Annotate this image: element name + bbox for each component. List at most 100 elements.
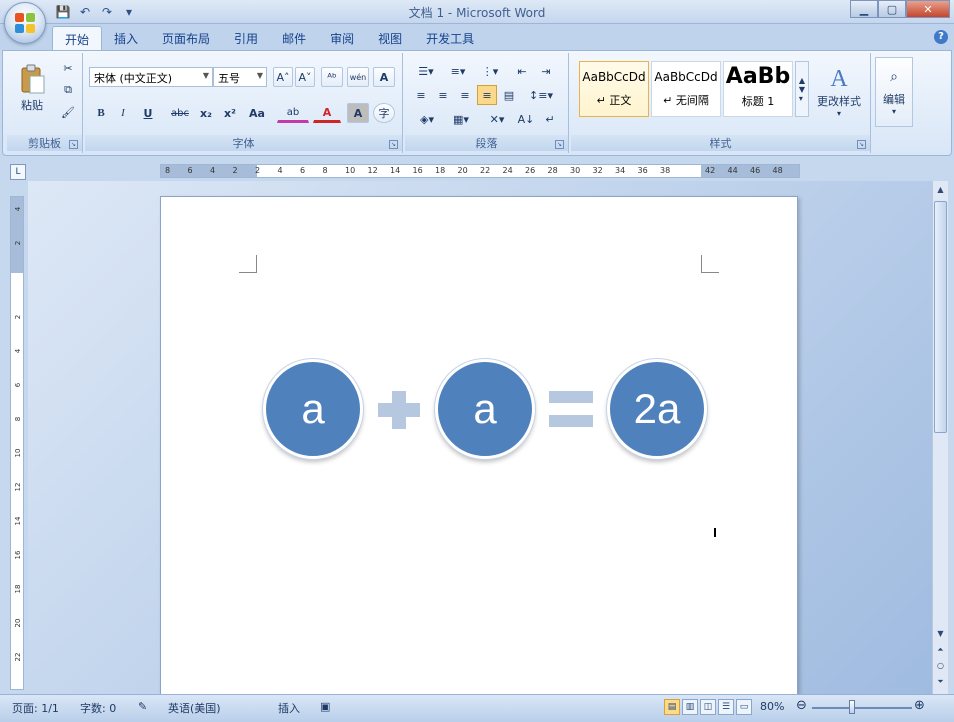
font-color-button[interactable]: A bbox=[313, 103, 341, 123]
font-group: 宋体 (中文正文) ▼ 五号 ▼ A˄ A˅ ᴬᵇ wén A B I U abc … bbox=[85, 53, 403, 153]
distributed-icon[interactable]: ▤ bbox=[499, 85, 519, 105]
zoom-level[interactable]: 80% bbox=[760, 700, 784, 713]
strikethrough-button[interactable]: abc bbox=[167, 103, 193, 123]
format-painter-icon[interactable]: 🖌 bbox=[59, 103, 77, 121]
underline-button[interactable]: U bbox=[135, 103, 161, 123]
circle-operand-right[interactable]: a bbox=[435, 359, 535, 459]
show-marks-icon[interactable]: ↵ bbox=[539, 109, 561, 129]
tab-home[interactable]: 开始 bbox=[52, 26, 103, 50]
office-button[interactable] bbox=[4, 2, 46, 44]
align-left-icon[interactable]: ≡ bbox=[411, 85, 431, 105]
borders-icon[interactable]: ▦▾ bbox=[445, 109, 477, 129]
equals-sign[interactable] bbox=[549, 391, 593, 403]
copy-icon[interactable]: ⧉ bbox=[59, 81, 77, 99]
close-button[interactable]: ✕ bbox=[906, 0, 950, 18]
cut-icon[interactable]: ✂ bbox=[59, 59, 77, 77]
style-heading-1[interactable]: AaBb 标题 1 bbox=[723, 61, 793, 117]
change-case-button[interactable]: Aa bbox=[243, 103, 271, 123]
help-icon[interactable]: ? bbox=[934, 30, 948, 44]
decrease-indent-icon[interactable]: ⇤ bbox=[511, 61, 533, 81]
style-normal[interactable]: AaBbCcDd ↵ 正文 bbox=[579, 61, 649, 117]
tab-review[interactable]: 审阅 bbox=[318, 26, 366, 50]
subscript-button[interactable]: x₂ bbox=[195, 103, 217, 123]
clear-format-button[interactable]: ᴬᵇ bbox=[321, 67, 343, 87]
previous-page-icon[interactable]: ⏶ bbox=[934, 643, 947, 657]
vertical-ruler[interactable]: 4 2 2 4 6 8 10 12 14 16 18 20 22 bbox=[10, 196, 24, 690]
numbering-icon[interactable]: ≡▾ bbox=[443, 61, 473, 81]
font-name-combo[interactable]: 宋体 (中文正文) ▼ bbox=[89, 67, 213, 87]
maximize-button[interactable]: ▢ bbox=[878, 0, 906, 18]
font-size-combo[interactable]: 五号 ▼ bbox=[213, 67, 267, 87]
document-page[interactable]: a a 2a bbox=[160, 196, 798, 694]
italic-button[interactable]: I bbox=[113, 103, 133, 123]
scroll-thumb[interactable] bbox=[934, 201, 947, 433]
next-page-icon[interactable]: ⏷ bbox=[934, 675, 947, 689]
vertical-scrollbar[interactable]: ▲ ▼ ⏶ ○ ⏷ bbox=[932, 181, 948, 694]
minimize-button[interactable]: ▁ bbox=[850, 0, 878, 18]
horizontal-ruler[interactable]: 8 6 4 2 2 4 6 8 10 12 14 16 18 20 22 24 26 28 30 32 34 36 38 42… bbox=[160, 164, 800, 178]
align-right-icon[interactable]: ≡ bbox=[455, 85, 475, 105]
shading-icon[interactable]: ◈▾ bbox=[411, 109, 443, 129]
page-count[interactable]: 页面: 1/1 bbox=[12, 700, 59, 716]
editing-button[interactable]: ⌕ 编辑 ▾ bbox=[875, 57, 913, 127]
browse-object-icon[interactable]: ○ bbox=[934, 659, 947, 673]
grow-font-button[interactable]: A˄ bbox=[273, 67, 293, 87]
tab-selector[interactable]: L bbox=[10, 164, 26, 180]
tab-mailings[interactable]: 邮件 bbox=[270, 26, 318, 50]
circle-result[interactable]: 2a bbox=[607, 359, 707, 459]
shrink-font-button[interactable]: A˅ bbox=[295, 67, 315, 87]
full-screen-reading-icon[interactable]: ▥ bbox=[682, 699, 698, 715]
phonetic-guide-button[interactable]: wén bbox=[347, 67, 369, 87]
enclose-characters-button[interactable]: 字 bbox=[373, 103, 395, 123]
bullets-icon[interactable]: ☰▾ bbox=[411, 61, 441, 81]
outline-icon[interactable]: ☰ bbox=[718, 699, 734, 715]
line-spacing-icon[interactable]: ↕≡▾ bbox=[525, 85, 557, 105]
word-count[interactable]: 字数: 0 bbox=[80, 700, 116, 716]
chinese-layout-icon[interactable]: ✕▾ bbox=[481, 109, 513, 129]
character-border-button[interactable]: A bbox=[373, 67, 395, 87]
ruler-tick-label: 44 bbox=[727, 166, 738, 175]
language[interactable]: 英语(美国) bbox=[168, 700, 221, 716]
styles-scroll[interactable]: ▲ ▼ ▾ bbox=[795, 61, 809, 117]
zoom-in-icon[interactable]: ⊕ bbox=[914, 698, 925, 713]
align-center-icon[interactable]: ≡ bbox=[433, 85, 453, 105]
style-no-spacing[interactable]: AaBbCcDd ↵ 无间隔 bbox=[651, 61, 721, 117]
change-styles-button[interactable]: A 更改样式 ▾ bbox=[813, 59, 865, 125]
increase-indent-icon[interactable]: ⇥ bbox=[535, 61, 557, 81]
multilevel-list-icon[interactable]: ⋮▾ bbox=[475, 61, 505, 81]
tab-references[interactable]: 引用 bbox=[222, 26, 270, 50]
macro-record-icon[interactable]: ▣ bbox=[320, 700, 330, 713]
print-layout-icon[interactable]: ▤ bbox=[664, 699, 680, 715]
proofing-icon[interactable]: ✎ bbox=[138, 700, 147, 713]
highlight-button[interactable]: ab bbox=[277, 103, 309, 123]
paragraph-dialog-launcher[interactable]: ↘ bbox=[555, 140, 564, 149]
bold-button[interactable]: B bbox=[91, 103, 111, 123]
character-shading-button[interactable]: A bbox=[347, 103, 369, 123]
ruler-tick-label: 8 bbox=[322, 166, 328, 175]
ruler-tick-label: 8 bbox=[14, 416, 22, 422]
scroll-down-icon[interactable]: ▼ bbox=[934, 627, 947, 641]
scroll-up-icon[interactable]: ▲ bbox=[934, 183, 947, 197]
tab-developer[interactable]: 开发工具 bbox=[414, 26, 486, 50]
paste-button[interactable]: 粘贴 bbox=[13, 57, 51, 119]
zoom-slider-knob[interactable] bbox=[849, 700, 855, 714]
ruler-tick-label: 2 bbox=[14, 240, 22, 246]
plus-sign[interactable] bbox=[392, 391, 406, 429]
web-layout-icon[interactable]: ◫ bbox=[700, 699, 716, 715]
sort-icon[interactable]: A↓ bbox=[515, 109, 537, 129]
insert-mode[interactable]: 插入 bbox=[278, 700, 300, 716]
office-logo-icon bbox=[14, 12, 36, 34]
font-dialog-launcher[interactable]: ↘ bbox=[389, 140, 398, 149]
clipboard-dialog-launcher[interactable]: ↘ bbox=[69, 140, 78, 149]
circle-operand-left[interactable]: a bbox=[263, 359, 363, 459]
styles-dialog-launcher[interactable]: ↘ bbox=[857, 140, 866, 149]
superscript-button[interactable]: x² bbox=[219, 103, 241, 123]
tab-view[interactable]: 视图 bbox=[366, 26, 414, 50]
tab-insert[interactable]: 插入 bbox=[102, 26, 150, 50]
draft-icon[interactable]: ▭ bbox=[736, 699, 752, 715]
tab-page-layout[interactable]: 页面布局 bbox=[150, 26, 222, 50]
zoom-out-icon[interactable]: ⊖ bbox=[796, 698, 807, 713]
justify-icon[interactable]: ≡ bbox=[477, 85, 497, 105]
equals-sign[interactable] bbox=[549, 415, 593, 427]
zoom-slider[interactable] bbox=[812, 707, 912, 709]
